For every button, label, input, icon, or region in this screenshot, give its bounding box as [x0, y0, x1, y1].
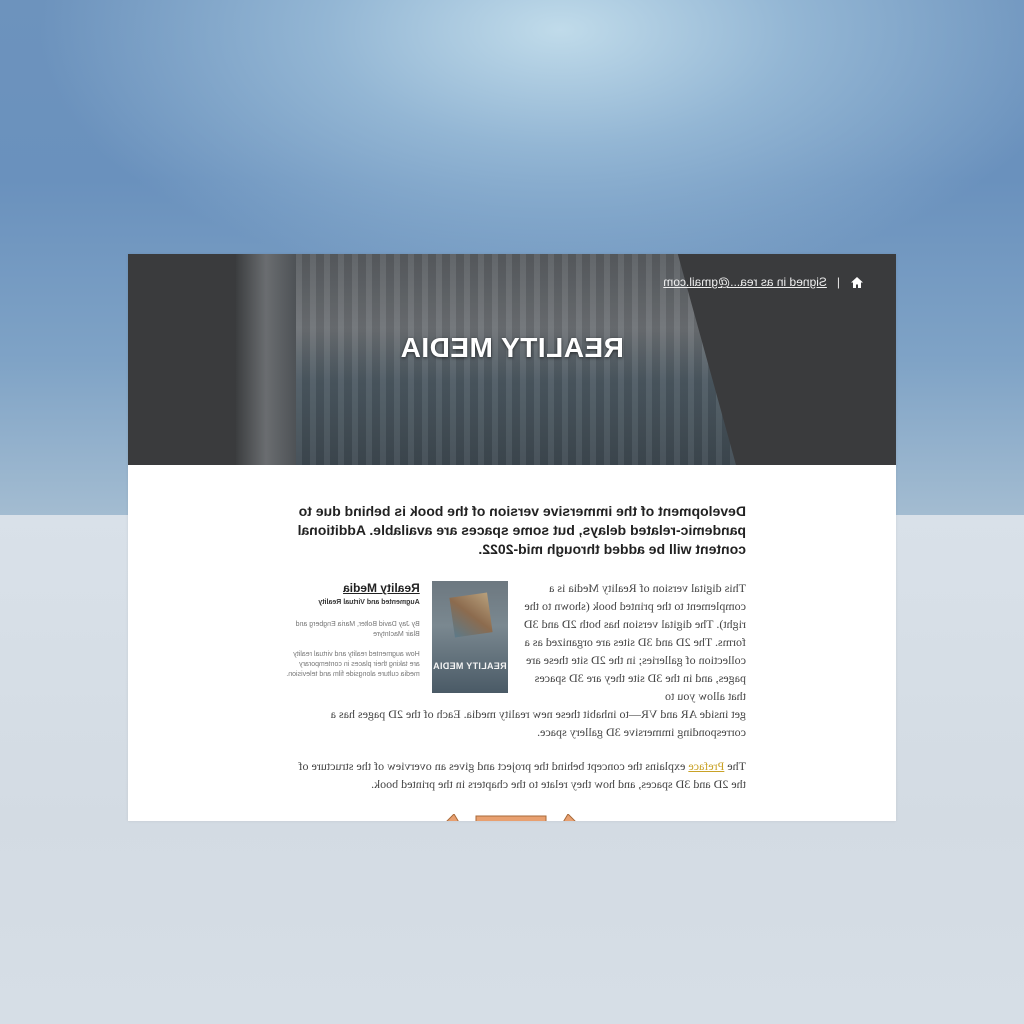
book-description: How augmented reality and virtual realit… [286, 651, 420, 678]
cover-title: REALITY MEDIA [432, 661, 507, 671]
intro-row: This digital version of Reality Media is… [282, 579, 746, 705]
book-authors: By Jay David Bolter, Maria Engberg and B… [295, 621, 420, 638]
book-title-link[interactable]: Reality Media [282, 581, 420, 595]
separator: | [836, 275, 840, 289]
navigation-arrows[interactable] [436, 814, 586, 821]
web-panel[interactable]: | Signed in as rea...@gmail.com REALITY … [128, 254, 896, 821]
signed-in-link[interactable]: Signed in as rea...@gmail.com [663, 275, 827, 289]
home-icon[interactable] [850, 276, 864, 289]
site-title: REALITY MEDIA [400, 332, 624, 363]
book-info: Reality Media Augmented and Virtual Real… [282, 579, 420, 705]
main-content: Development of the immersive version of … [282, 502, 746, 793]
intro-paragraph: This digital version of Reality Media is… [523, 581, 746, 703]
delay-notice: Development of the immersive version of … [297, 503, 746, 557]
center-bar [475, 815, 547, 821]
preface-after: explains the concept behind the project … [298, 759, 746, 791]
preface-before: The [724, 759, 746, 773]
mirrored-page: | Signed in as rea...@gmail.com REALITY … [128, 254, 896, 821]
account-bar: | Signed in as rea...@gmail.com [128, 272, 896, 292]
site-header: | Signed in as rea...@gmail.com REALITY … [128, 254, 896, 465]
book-subtitle: Augmented and Virtual Reality [318, 599, 420, 606]
cube-graphic [449, 592, 493, 638]
intro-continuation: get inside AR and VR—to inhabit these ne… [330, 707, 746, 739]
preface-link[interactable]: Preface [688, 759, 724, 773]
book-cover-image[interactable]: REALITY MEDIA [431, 581, 508, 693]
right-arrow-icon [442, 814, 461, 821]
preface-paragraph: The Preface explains the concept behind … [282, 757, 746, 793]
left-arrow-icon [561, 814, 580, 821]
